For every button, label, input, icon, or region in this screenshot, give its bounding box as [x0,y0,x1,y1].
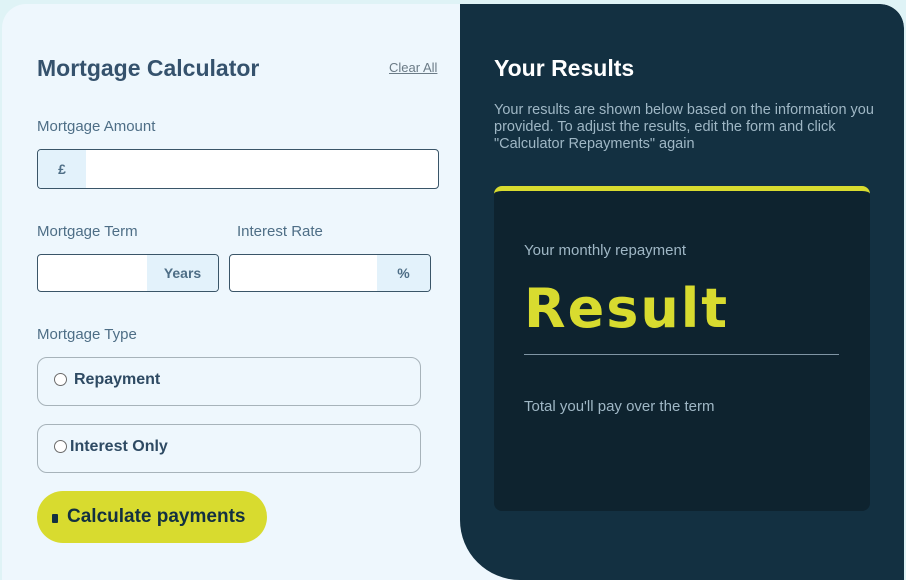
repayment-radio[interactable] [54,373,67,386]
interest-rate-input[interactable] [238,255,372,291]
repayment-option[interactable]: Repayment [37,357,421,406]
total-repayment-label: Total you'll pay over the term [524,398,715,415]
calculate-payments-label: Calculate payments [67,506,246,527]
mortgage-term-field[interactable]: Years [37,254,219,292]
term-suffix: Years [147,255,218,291]
interest-only-radio[interactable] [54,440,67,453]
monthly-repayment-value: Result [524,277,730,340]
clear-all-link[interactable]: Clear All [389,60,437,75]
calculator-icon [52,514,58,523]
interest-rate-field[interactable]: % [229,254,431,292]
mortgage-amount-input[interactable] [94,150,428,188]
results-title: Your Results [494,55,635,81]
result-divider [524,354,839,355]
mortgage-amount-label: Mortgage Amount [37,118,156,135]
result-card: Your monthly repayment Result Total you'… [494,186,870,511]
monthly-repayment-label: Your monthly repayment [524,242,687,259]
form-panel: Mortgage Calculator Clear All Mortgage A… [2,4,460,580]
calculator-card: Mortgage Calculator Clear All Mortgage A… [2,4,904,580]
results-panel: Your Results Your results are shown belo… [460,4,904,580]
rate-suffix: % [377,255,430,291]
mortgage-term-input[interactable] [46,255,150,291]
calculate-payments-button[interactable]: Calculate payments [37,491,267,543]
interest-only-option[interactable]: Interest Only [37,424,421,473]
mortgage-type-label: Mortgage Type [37,326,137,343]
mortgage-term-label: Mortgage Term [37,223,138,240]
mortgage-amount-field[interactable]: £ [37,149,439,189]
interest-only-label: Interest Only [70,438,168,455]
repayment-label: Repayment [74,371,161,388]
interest-rate-label: Interest Rate [237,223,323,240]
results-description: Your results are shown below based on th… [494,102,874,152]
page-title: Mortgage Calculator [37,55,260,81]
currency-prefix: £ [38,150,86,188]
